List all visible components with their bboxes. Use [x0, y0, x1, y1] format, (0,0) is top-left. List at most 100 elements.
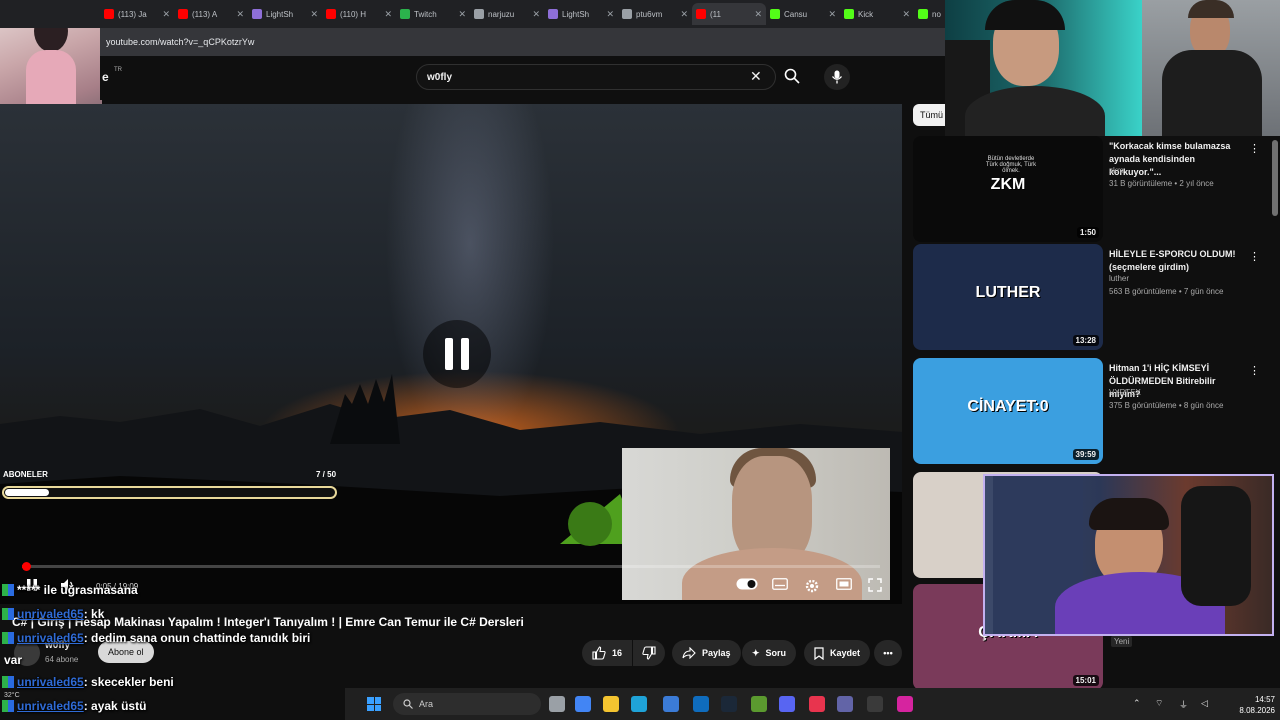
steam-icon[interactable] — [721, 696, 737, 712]
chat-message: ***** ile uğrasmasana — [2, 583, 138, 597]
more-options-icon[interactable]: ⋮ — [1249, 364, 1260, 377]
voice-search-button[interactable] — [824, 64, 850, 90]
more-options-icon[interactable]: ⋮ — [1249, 142, 1260, 155]
tab-close-icon[interactable]: ✕ — [384, 9, 392, 20]
store-icon[interactable] — [663, 696, 679, 712]
recommended-video[interactable]: Bütün devletlerde Türk doğmuk, Türk ölme… — [913, 136, 1263, 242]
search-input[interactable]: w0fly — [416, 64, 776, 90]
windows-start-button[interactable] — [367, 697, 381, 711]
tab-close-icon[interactable]: ✕ — [458, 9, 466, 20]
tab-close-icon[interactable]: ✕ — [606, 9, 614, 20]
tab-label: narjuzu — [488, 9, 515, 19]
dislike-button[interactable] — [633, 640, 665, 666]
volume-tray-icon[interactable]: ◁ — [1201, 698, 1208, 709]
tab-label: LightSh — [562, 9, 590, 19]
youtube-logo[interactable]: e — [102, 70, 109, 84]
address-bar[interactable]: youtube.com/watch?v=_qCPKotzrYw — [100, 28, 945, 56]
tab-close-icon[interactable]: ✕ — [236, 9, 244, 20]
ask-button[interactable]: ✦ Soru — [742, 640, 797, 666]
task-view-icon[interactable] — [549, 696, 565, 712]
recommended-video-channel[interactable]: zkm — [1109, 166, 1124, 175]
recommended-video-channel[interactable]: VXRTEX — [1109, 388, 1141, 397]
browser-tab[interactable]: (113) A ✕ — [174, 3, 248, 25]
thumbnail-caption: Bütün devletlerde Türk doğmuk, Türk ölme… — [985, 156, 1037, 174]
browser-tab[interactable]: Kick ✕ — [840, 3, 914, 25]
discord-icon[interactable] — [779, 696, 795, 712]
tab-close-icon[interactable]: ✕ — [162, 9, 170, 20]
chat-user-icon — [2, 632, 14, 644]
tab-close-icon[interactable]: ✕ — [680, 9, 688, 20]
chrome-icon[interactable] — [575, 696, 591, 712]
sidebar-scrollbar[interactable] — [1272, 140, 1278, 216]
progress-bar[interactable] — [22, 562, 880, 571]
tab-close-icon[interactable]: ✕ — [902, 9, 910, 20]
recommended-video-channel[interactable]: luther — [1109, 274, 1129, 283]
like-button[interactable]: 16 — [582, 640, 632, 666]
chat-username: unrivaled65 — [17, 631, 84, 645]
browser-tab[interactable]: Cansu ✕ — [766, 3, 840, 25]
browser-tab[interactable]: narjuzu ✕ — [470, 3, 544, 25]
video-player[interactable]: 0:05 / 19:09 — [0, 104, 902, 604]
tab-favicon-icon — [770, 9, 780, 19]
new-badge: Yeni — [1111, 636, 1133, 647]
share-icon — [682, 647, 696, 659]
chat-message: unrivaled65: skecekler beni — [2, 675, 174, 689]
chat-text: : skecekler beni — [83, 675, 174, 689]
network-icon[interactable]: ⌔ — [1155, 698, 1163, 709]
browser-tab[interactable]: LightSh ✕ — [248, 3, 322, 25]
tab-label: Twitch — [414, 9, 437, 19]
chat-user-icon — [2, 676, 14, 688]
video-thumbnail[interactable]: CİNAYET:0 39:59 — [913, 358, 1103, 464]
taskbar-search-placeholder: Ara — [419, 699, 434, 709]
tab-close-icon[interactable]: ✕ — [310, 9, 318, 20]
sparkle-icon: ✦ — [752, 647, 760, 658]
microphone-tray-icon[interactable]: ⏚ — [1179, 698, 1188, 711]
minecraft-icon[interactable] — [751, 696, 767, 712]
remote-desktop-icon[interactable] — [631, 696, 647, 712]
browser-tab[interactable]: (113) Ja ✕ — [100, 3, 174, 25]
recommended-video-title[interactable]: HİLEYLE E-SPORCU OLDUM! (seçmelere girdi… — [1109, 248, 1244, 274]
taskbar-search[interactable]: Ara — [393, 693, 541, 715]
more-actions-button[interactable]: ••• — [874, 640, 902, 666]
fullscreen-button[interactable] — [868, 578, 882, 592]
gear-icon — [805, 579, 819, 593]
tab-label: Kick — [858, 9, 874, 19]
facecam-top-middle — [945, 0, 1142, 136]
obs-icon[interactable] — [867, 696, 883, 712]
video-thumbnail[interactable]: Bütün devletlerde Türk doğmuk, Türk ölme… — [913, 136, 1103, 242]
browser-tab[interactable]: Twitch ✕ — [396, 3, 470, 25]
pause-button[interactable] — [423, 320, 491, 388]
autoplay-toggle[interactable] — [736, 578, 758, 590]
theater-mode-button[interactable] — [836, 578, 852, 590]
clear-search-button[interactable]: ✕ — [750, 68, 762, 85]
browser-tab[interactable]: (110) H ✕ — [322, 3, 396, 25]
search-button[interactable] — [784, 68, 800, 89]
clock-date: 8.08.2026 — [1239, 706, 1275, 715]
tab-favicon-icon — [696, 9, 706, 19]
media-player-icon[interactable] — [809, 696, 825, 712]
video-thumbnail[interactable]: LUTHER 13:28 — [913, 244, 1103, 350]
tab-close-icon[interactable]: ✕ — [532, 9, 540, 20]
outlook-icon[interactable] — [693, 696, 709, 712]
tab-close-icon[interactable]: ✕ — [754, 9, 762, 20]
tab-close-icon[interactable]: ✕ — [828, 9, 836, 20]
browser-tab[interactable]: LightSh ✕ — [544, 3, 618, 25]
recommended-video-title[interactable]: "Korkacak kimse bulamazsa aynada kendisi… — [1109, 140, 1244, 179]
subtitles-button[interactable] — [772, 578, 788, 590]
clock-time: 14:57 — [1254, 695, 1275, 704]
recommended-video[interactable]: LUTHER 13:28 HİLEYLE E-SPORCU OLDUM! (seçm… — [913, 244, 1263, 350]
save-button[interactable]: Kaydet — [804, 640, 871, 666]
teams-icon[interactable] — [837, 696, 853, 712]
instagram-icon[interactable] — [897, 696, 913, 712]
more-options-icon[interactable]: ⋮ — [1249, 250, 1260, 263]
tray-chevron-icon[interactable]: ⌃ — [1133, 698, 1141, 709]
share-button[interactable]: Paylaş — [672, 640, 741, 666]
taskbar-clock[interactable]: 14:57 8.08.2026 — [1225, 694, 1275, 716]
settings-button[interactable] — [804, 578, 820, 594]
video-duration: 1:50 — [1076, 227, 1099, 238]
browser-tab[interactable]: ptu6vm ✕ — [618, 3, 692, 25]
browser-tab[interactable]: (11 ✕ — [692, 3, 766, 25]
file-explorer-icon[interactable] — [603, 696, 619, 712]
recommended-video[interactable]: CİNAYET:0 39:59 Hitman 1'i HİÇ KİMSEYİ ÖLD… — [913, 358, 1263, 464]
chat-message-continuation: var — [4, 653, 23, 667]
